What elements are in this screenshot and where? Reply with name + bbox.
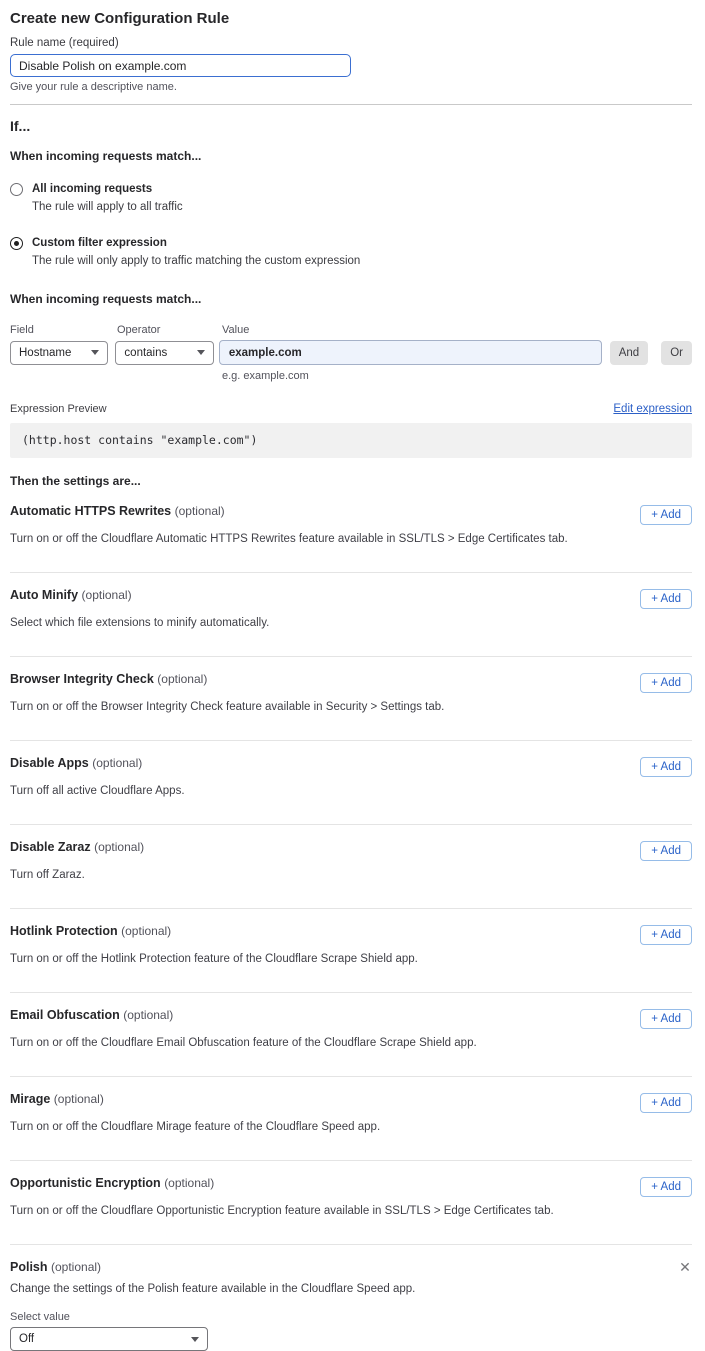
setting-description: Select which file extensions to minify a… [10,616,692,630]
setting-name: Hotlink Protection [10,924,118,938]
add-setting-button[interactable]: + Add [640,841,692,861]
setting-name: Disable Zaraz [10,840,91,854]
setting-row: Email Obfuscation (optional) + Add Turn … [10,993,692,1077]
setting-optional-tag: (optional) [175,504,225,518]
operator-select-value: contains [124,347,167,359]
setting-title: Automatic HTTPS Rewrites (optional) [10,503,225,519]
setting-row: Hotlink Protection (optional) + Add Turn… [10,909,692,993]
add-setting-button[interactable]: + Add [640,925,692,945]
setting-title: Polish (optional) [10,1259,101,1275]
setting-name: Opportunistic Encryption [10,1176,161,1190]
setting-polish: Polish (optional) ✕ Change the settings … [10,1245,692,1351]
or-button[interactable]: Or [661,341,692,365]
incoming-requests-match-heading: When incoming requests match... [10,149,692,164]
setting-name: Automatic HTTPS Rewrites [10,504,171,518]
page-title: Create new Configuration Rule [10,9,692,28]
setting-description: Turn on or off the Cloudflare Mirage fea… [10,1120,692,1134]
operator-select[interactable]: contains [115,341,213,365]
setting-title: Disable Zaraz (optional) [10,839,144,855]
setting-title: Disable Apps (optional) [10,755,142,771]
edit-expression-link[interactable]: Edit expression [613,403,692,415]
add-setting-button[interactable]: + Add [640,589,692,609]
polish-value-select[interactable]: Off [10,1327,208,1351]
create-configuration-rule-page: Create new Configuration Rule Rule name … [0,0,705,1351]
setting-title: Opportunistic Encryption (optional) [10,1175,214,1191]
setting-title: Browser Integrity Check (optional) [10,671,207,687]
setting-title: Hotlink Protection (optional) [10,923,171,939]
setting-title: Auto Minify (optional) [10,587,132,603]
setting-row: Auto Minify (optional) + Add Select whic… [10,573,692,657]
setting-name: Email Obfuscation [10,1008,120,1022]
setting-title: Mirage (optional) [10,1091,104,1107]
expression-builder-row: Hostname contains And Or [10,340,692,365]
field-select[interactable]: Hostname [10,341,108,365]
add-setting-button[interactable]: + Add [640,505,692,525]
value-helper: e.g. example.com [222,370,692,382]
radio-option-all-incoming-requests[interactable]: All incoming requests The rule will appl… [10,182,692,214]
setting-row: Automatic HTTPS Rewrites (optional) + Ad… [10,489,692,573]
value-label: Value [222,324,249,336]
setting-row: Opportunistic Encryption (optional) + Ad… [10,1161,692,1245]
add-setting-button[interactable]: + Add [640,673,692,693]
setting-optional-tag: (optional) [94,840,144,854]
section-divider [10,104,692,105]
setting-description: Turn on or off the Hotlink Protection fe… [10,952,692,966]
add-setting-button[interactable]: + Add [640,1177,692,1197]
rule-name-input[interactable] [10,54,351,77]
setting-optional-tag: (optional) [54,1092,104,1106]
expression-preview-code: (http.host contains "example.com") [10,423,692,458]
setting-description: Turn off Zaraz. [10,868,692,882]
setting-optional-tag: (optional) [121,924,171,938]
setting-name: Auto Minify [10,588,78,602]
setting-optional-tag: (optional) [82,588,132,602]
setting-row: Browser Integrity Check (optional) + Add… [10,657,692,741]
setting-name: Disable Apps [10,756,89,770]
setting-description: Turn on or off the Cloudflare Email Obfu… [10,1036,692,1050]
radio-option-label: All incoming requests [32,182,183,196]
setting-description: Turn on or off the Browser Integrity Che… [10,700,692,714]
add-setting-button[interactable]: + Add [640,757,692,777]
select-value-label: Select value [10,1311,692,1323]
rule-name-label: Rule name (required) [10,36,692,50]
add-setting-button[interactable]: + Add [640,1093,692,1113]
setting-row: Mirage (optional) + Add Turn on or off t… [10,1077,692,1161]
setting-row: Disable Zaraz (optional) + Add Turn off … [10,825,692,909]
expression-preview-label: Expression Preview [10,403,107,415]
expression-preview-row: Expression Preview Edit expression [10,403,692,415]
radio-option-label: Custom filter expression [32,236,360,250]
radio-option-custom-filter-expression[interactable]: Custom filter expression The rule will o… [10,236,692,268]
add-setting-button[interactable]: + Add [640,1009,692,1029]
setting-description: Change the settings of the Polish featur… [10,1282,692,1296]
setting-optional-tag: (optional) [123,1008,173,1022]
if-heading: If... [10,117,692,135]
chevron-down-icon [191,1337,199,1342]
setting-optional-tag: (optional) [157,672,207,686]
value-input[interactable] [219,340,602,365]
field-label: Field [10,324,117,336]
setting-name: Mirage [10,1092,50,1106]
then-settings-heading: Then the settings are... [10,474,692,489]
setting-optional-tag: (optional) [164,1176,214,1190]
setting-title: Email Obfuscation (optional) [10,1007,173,1023]
radio-option-description: The rule will apply to all traffic [32,200,183,214]
expression-builder-labels: Field Operator Value [10,324,692,336]
setting-description: Turn on or off the Cloudflare Opportunis… [10,1204,692,1218]
expression-builder-heading: When incoming requests match... [10,292,692,307]
setting-optional-tag: (optional) [92,756,142,770]
polish-select-value: Off [19,1333,34,1345]
radio-option-description: The rule will only apply to traffic matc… [32,254,360,268]
setting-name: Browser Integrity Check [10,672,154,686]
radio-button-icon[interactable] [10,237,23,250]
chevron-down-icon [91,350,99,355]
rule-name-helper: Give your rule a descriptive name. [10,81,692,94]
setting-description: Turn off all active Cloudflare Apps. [10,784,692,798]
settings-list: Automatic HTTPS Rewrites (optional) + Ad… [10,489,692,1245]
setting-row: Disable Apps (optional) + Add Turn off a… [10,741,692,825]
chevron-down-icon [197,350,205,355]
field-select-value: Hostname [19,347,71,359]
and-button[interactable]: And [610,341,648,365]
radio-button-icon[interactable] [10,183,23,196]
setting-description: Turn on or off the Cloudflare Automatic … [10,532,692,546]
operator-label: Operator [117,324,222,336]
